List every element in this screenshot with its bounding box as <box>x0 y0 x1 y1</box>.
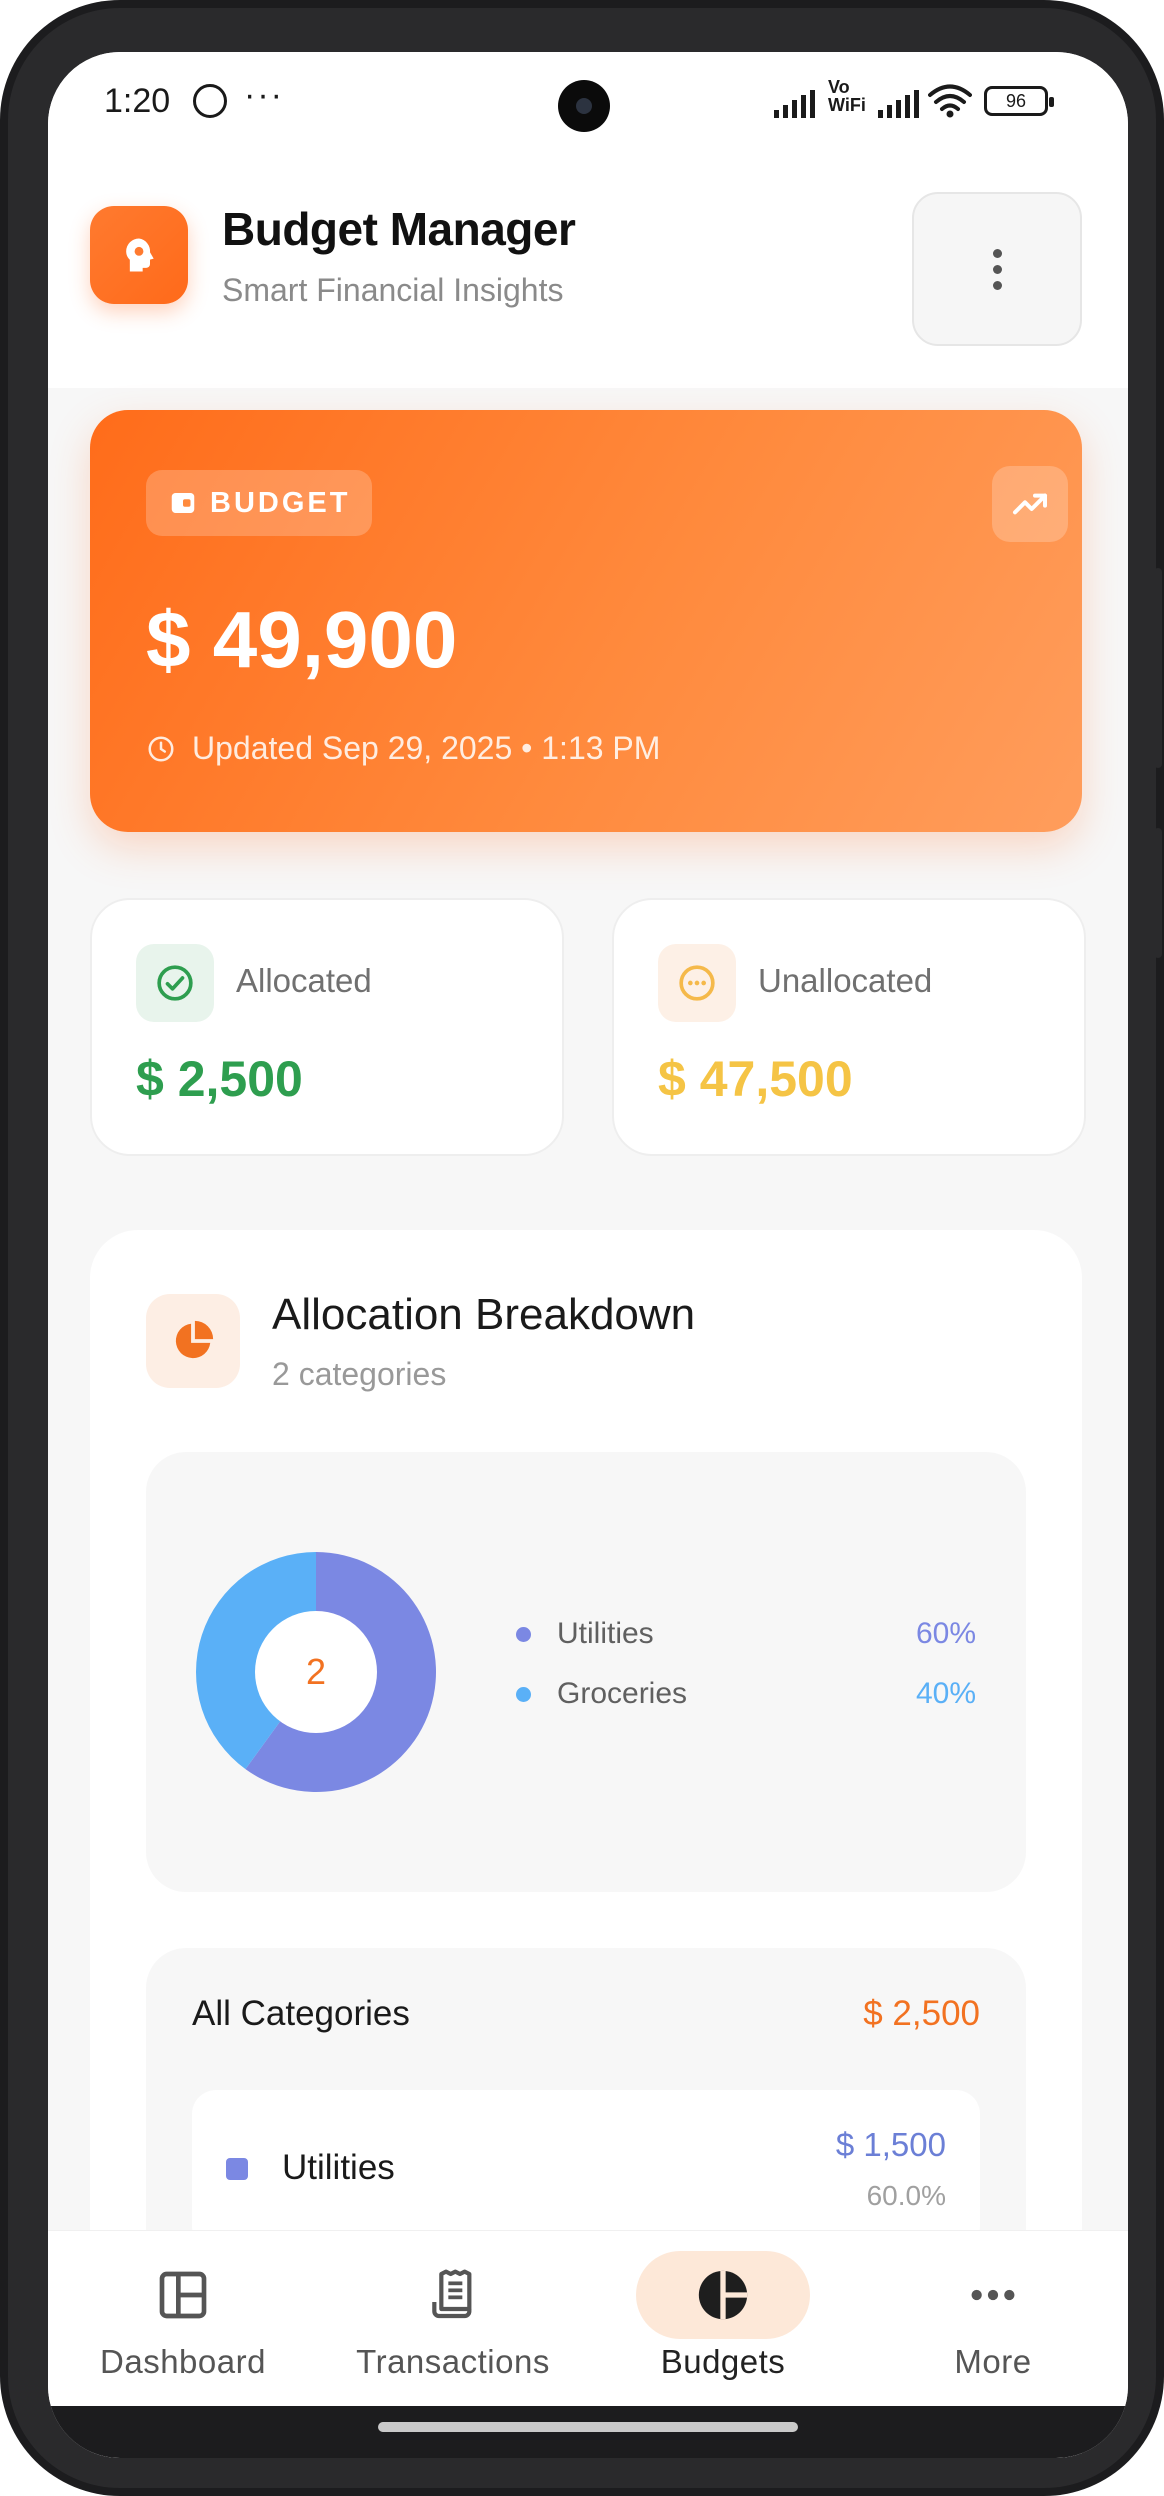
wallet-icon <box>171 493 195 513</box>
nav-label: More <box>954 2343 1032 2380</box>
status-bar: 1:20 ··· Vo WiFi 96 <box>48 52 1128 172</box>
legend-item: Groceries 40% <box>516 1674 976 1714</box>
phone-bezel: 1:20 ··· Vo WiFi 96 Budget Manager Smart… <box>8 8 1162 2488</box>
clock-icon <box>148 736 174 761</box>
category-name: Utilities <box>282 2148 395 2187</box>
unallocated-card[interactable]: Unallocated $ 47,500 <box>612 898 1086 1156</box>
category-color-swatch <box>226 2158 248 2180</box>
phone-frame: 1:20 ··· Vo WiFi 96 Budget Manager Smart… <box>0 0 1164 2496</box>
more-horizontal-circle-icon <box>658 944 736 1022</box>
breakdown-subtitle: 2 categories <box>272 1356 447 1392</box>
nav-transactions[interactable]: Transactions <box>318 2231 588 2407</box>
legend-dot <box>516 1686 531 1702</box>
brain-head-icon <box>90 206 188 304</box>
app-subtitle: Smart Financial Insights <box>222 272 564 308</box>
nav-label: Dashboard <box>100 2343 266 2380</box>
donut-chart: 2 <box>196 1552 436 1792</box>
allocated-label: Allocated <box>236 962 372 999</box>
nav-dashboard[interactable]: Dashboard <box>48 2231 318 2407</box>
cell-signal-icon <box>774 88 815 118</box>
legend-name: Groceries <box>557 1677 688 1710</box>
pie-chart-icon <box>693 2265 753 2325</box>
chart-container: 2 Utilities 60% Groceries 40% <box>146 1452 1026 1892</box>
category-amount: $ 1,500 <box>835 2126 946 2163</box>
front-camera <box>558 80 610 132</box>
allocated-card[interactable]: Allocated $ 2,500 <box>90 898 564 1156</box>
unallocated-value: $ 47,500 <box>658 1051 853 1107</box>
budget-card[interactable]: BUDGET $ 49,900 Updated Sep 29, 2025 • 1… <box>90 410 1082 832</box>
vowifi-icon: Vo WiFi <box>828 78 866 114</box>
app-header: Budget Manager Smart Financial Insights <box>48 172 1128 388</box>
vowifi-line1: Vo <box>828 77 850 97</box>
nav-label: Budgets <box>660 2343 786 2380</box>
trending-up-icon[interactable] <box>992 466 1068 542</box>
budget-badge: BUDGET <box>146 470 373 536</box>
home-gesture-bar[interactable] <box>378 2422 798 2432</box>
status-more-dots: ··· <box>244 76 284 114</box>
receipt-icon <box>423 2265 483 2325</box>
check-circle-icon <box>136 944 214 1022</box>
all-categories-total: $ 2,500 <box>863 1994 980 2033</box>
allocated-value: $ 2,500 <box>136 1051 303 1107</box>
nav-budgets[interactable]: Budgets <box>588 2231 858 2407</box>
vowifi-line2: WiFi <box>828 95 866 115</box>
wifi-icon <box>928 84 972 118</box>
dashboard-icon <box>153 2265 213 2325</box>
bottom-navigation: Dashboard Transactions Budgets More <box>48 2230 1128 2406</box>
status-time: 1:20 <box>104 82 171 120</box>
more-horizontal-icon <box>963 2265 1023 2325</box>
budget-updated-text: Updated Sep 29, 2025 • 1:13 PM <box>192 730 661 766</box>
nav-label: Transactions <box>356 2343 550 2380</box>
app-title: Budget Manager <box>222 203 576 255</box>
category-item[interactable]: Utilities $ 1,500 60.0% <box>192 2090 980 2250</box>
budget-badge-label: BUDGET <box>210 486 351 519</box>
category-percent: 60.0% <box>866 2180 946 2211</box>
more-vertical-icon[interactable] <box>912 192 1082 346</box>
legend-pct: 40% <box>915 1677 976 1710</box>
legend-dot <box>516 1626 531 1642</box>
legend-item: Utilities 60% <box>516 1614 976 1654</box>
breakdown-title: Allocation Breakdown <box>272 1290 696 1339</box>
side-button-power <box>1154 828 1162 958</box>
gesture-area <box>48 2406 1128 2458</box>
screen: 1:20 ··· Vo WiFi 96 Budget Manager Smart… <box>48 52 1128 2458</box>
legend-name: Utilities <box>557 1617 654 1650</box>
nav-more[interactable]: More <box>858 2231 1128 2407</box>
pie-chart-icon <box>146 1294 240 1388</box>
budget-updated: Updated Sep 29, 2025 • 1:13 PM <box>146 730 660 767</box>
battery-indicator: 96 <box>984 86 1054 116</box>
cell-signal-2-icon <box>878 88 919 118</box>
whatsapp-icon <box>193 84 227 118</box>
side-button-volume <box>1154 568 1162 768</box>
budget-amount: $ 49,900 <box>146 595 458 684</box>
all-categories-title: All Categories <box>192 1994 410 2033</box>
legend-pct: 60% <box>915 1617 976 1650</box>
unallocated-label: Unallocated <box>758 962 933 999</box>
donut-center-label: 2 <box>306 1651 326 1692</box>
